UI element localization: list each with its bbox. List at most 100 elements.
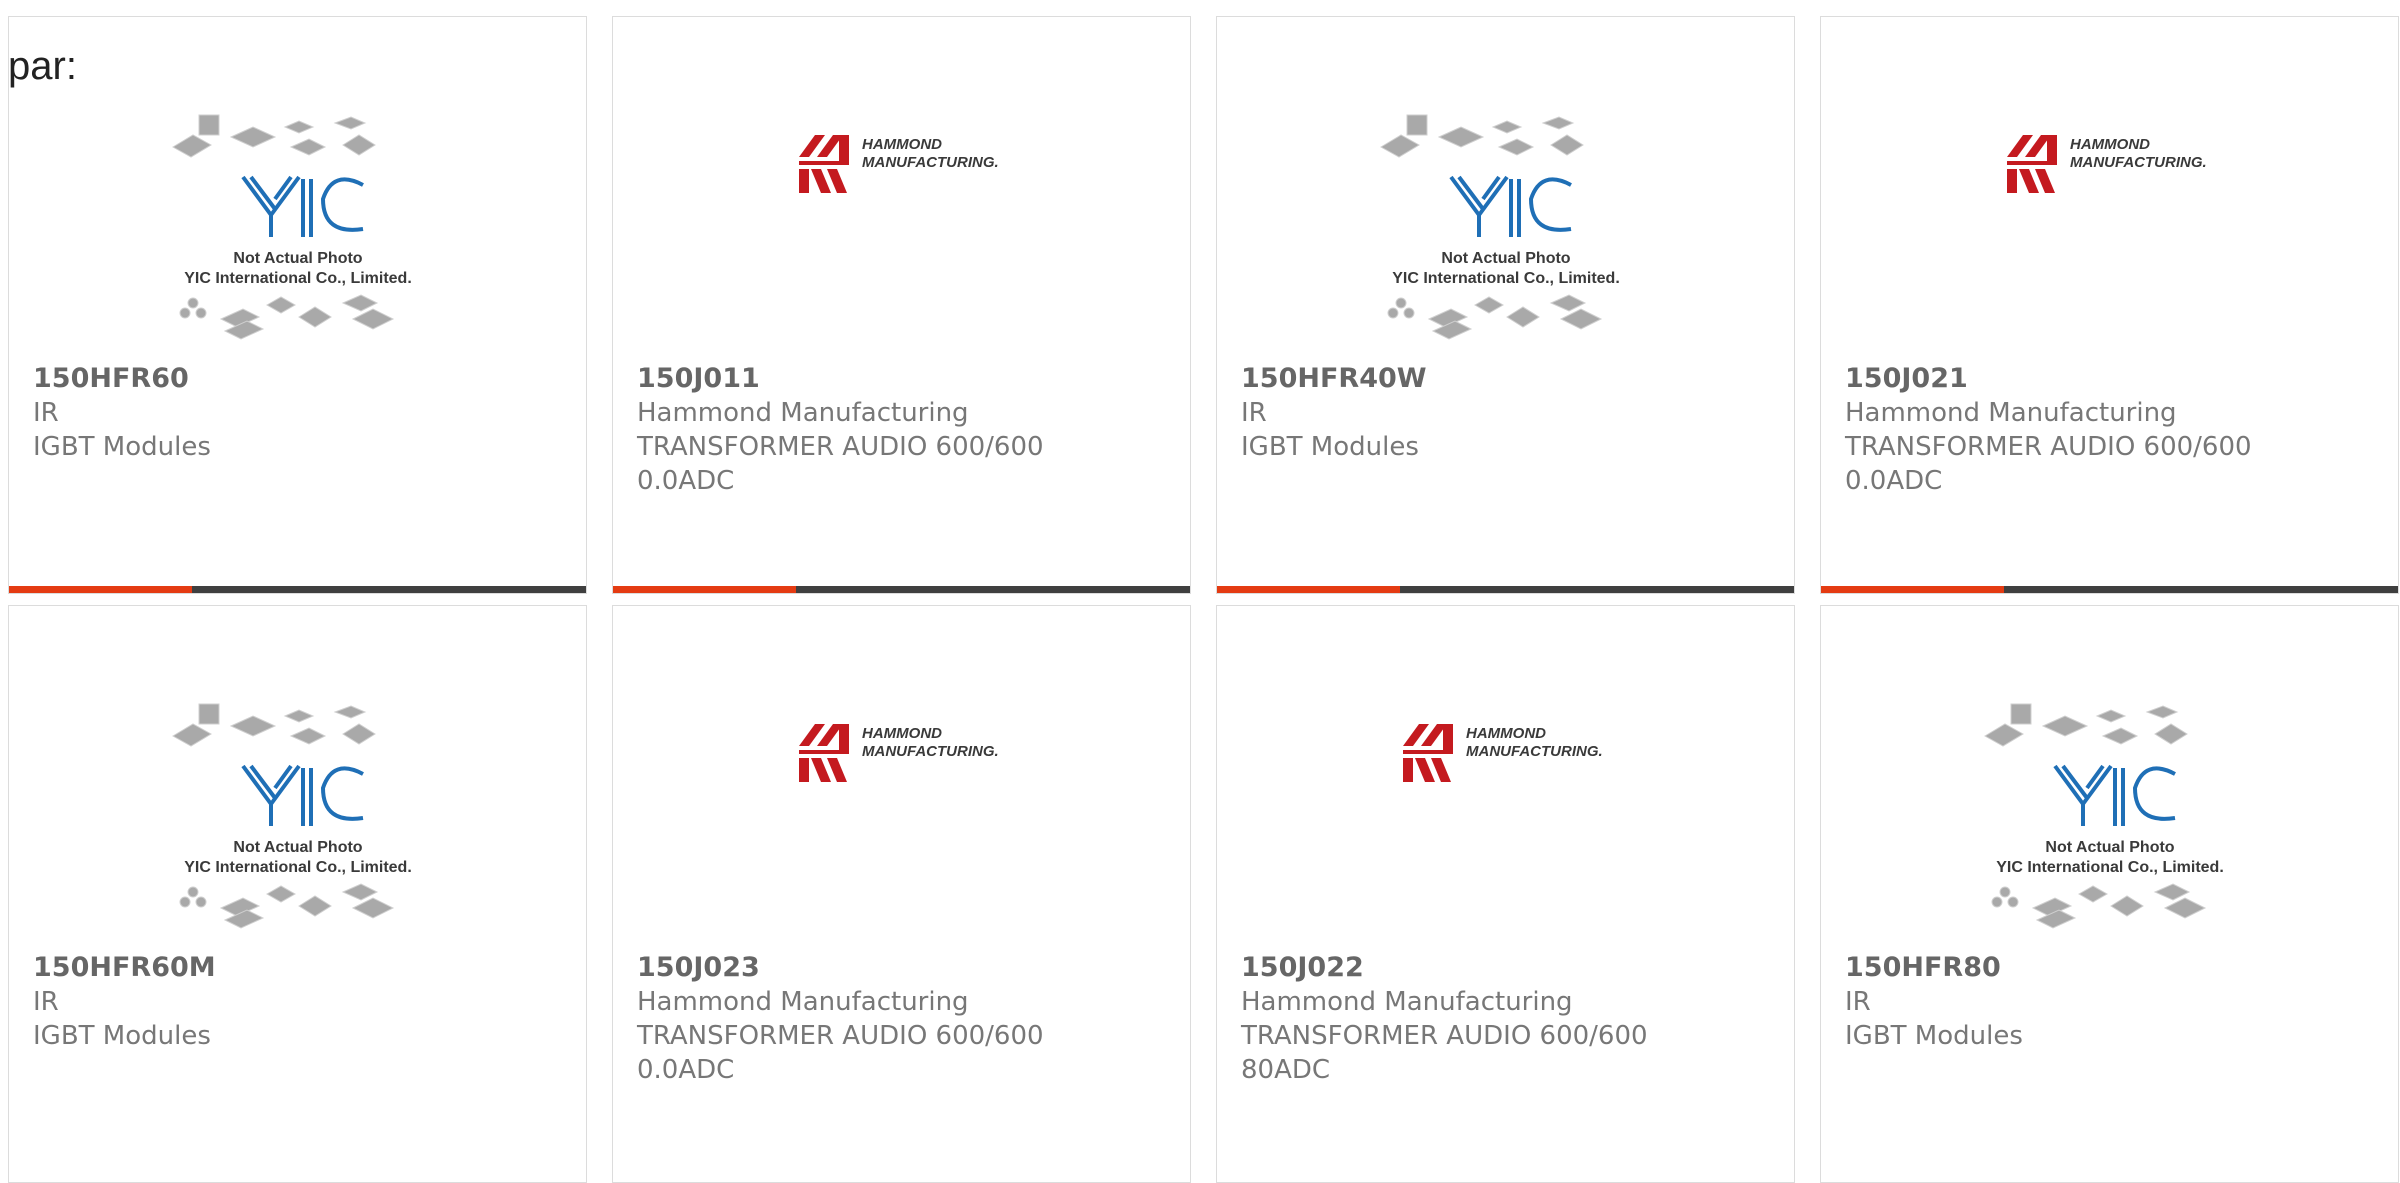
card-footer-bar xyxy=(1821,586,2398,593)
ic-chips-bottom xyxy=(1991,883,2206,929)
part-number[interactable]: 150HFR40W xyxy=(1241,362,1778,396)
card-footer-accent xyxy=(1217,586,1400,593)
hammond-logo-graphic: HAMMOND MANUFACTURING. xyxy=(798,135,999,193)
product-image[interactable]: Not Actual Photo YIC International Co., … xyxy=(9,686,586,946)
yic-company-caption: YIC International Co., Limited. xyxy=(1996,859,2224,876)
ic-chips-bottom xyxy=(179,883,394,929)
description: TRANSFORMER AUDIO 600/600 xyxy=(1845,432,2252,462)
part-number[interactable]: 150J011 xyxy=(637,362,1174,396)
hammond-logo-text-1: HAMMOND xyxy=(862,136,942,153)
hammond-logo-graphic: HAMMOND MANUFACTURING. xyxy=(2006,135,2207,193)
yic-logo xyxy=(1448,175,1572,237)
manufacturer: IR xyxy=(33,398,59,428)
part-number[interactable]: 150J023 xyxy=(637,951,1174,985)
description: TRANSFORMER AUDIO 600/600 xyxy=(637,1021,1044,1051)
product-image[interactable]: Not Actual Photo YIC International Co., … xyxy=(1217,97,1794,357)
ic-chips-top xyxy=(171,703,376,747)
yic-placeholder-graphic: Not Actual Photo YIC International Co., … xyxy=(171,114,412,340)
yic-placeholder-graphic: Not Actual Photo YIC International Co., … xyxy=(1983,703,2224,929)
hammond-mark xyxy=(798,724,849,782)
product-info: 150J011 Hammond Manufacturing TRANSFORME… xyxy=(637,362,1174,498)
ic-chips-bottom xyxy=(1387,294,1602,340)
part-number[interactable]: 150HFR60M xyxy=(33,951,570,985)
product-info: 150HFR60 IR IGBT Modules xyxy=(33,362,570,464)
product-image[interactable]: HAMMOND MANUFACTURING. xyxy=(613,97,1190,357)
product-info: 150HFR40W IR IGBT Modules xyxy=(1241,362,1778,464)
hammond-logo-text-2: MANUFACTURING. xyxy=(1466,743,1603,760)
hammond-logo-text-1: HAMMOND xyxy=(1466,725,1546,742)
ic-chips-top xyxy=(171,114,376,158)
not-actual-photo-caption: Not Actual Photo xyxy=(1441,250,1570,267)
hammond-mark xyxy=(1402,724,1453,782)
description-line-2: 0.0ADC xyxy=(1845,466,1943,496)
product-info: 150J022 Hammond Manufacturing TRANSFORME… xyxy=(1241,951,1778,1087)
yic-logo xyxy=(240,764,364,826)
part-number[interactable]: 150HFR80 xyxy=(1845,951,2382,985)
par-label: par: xyxy=(8,44,77,88)
hammond-mark xyxy=(798,135,849,193)
product-image[interactable]: Not Actual Photo YIC International Co., … xyxy=(1821,686,2398,946)
card-footer-bar xyxy=(1217,586,1794,593)
manufacturer: IR xyxy=(1845,987,1871,1017)
product-info: 150J023 Hammond Manufacturing TRANSFORME… xyxy=(637,951,1174,1087)
description: IGBT Modules xyxy=(1241,432,1419,462)
product-info: 150J021 Hammond Manufacturing TRANSFORME… xyxy=(1845,362,2382,498)
part-number[interactable]: 150HFR60 xyxy=(33,362,570,396)
product-image[interactable]: HAMMOND MANUFACTURING. xyxy=(613,686,1190,946)
description: TRANSFORMER AUDIO 600/600 xyxy=(637,432,1044,462)
hammond-logo-text-1: HAMMOND xyxy=(862,725,942,742)
card-footer-bar xyxy=(613,586,1190,593)
product-card[interactable]: HAMMOND MANUFACTURING. 150J022 Hammond M… xyxy=(1216,605,1795,1183)
manufacturer: Hammond Manufacturing xyxy=(1845,398,2177,428)
hammond-logo-text-2: MANUFACTURING. xyxy=(862,743,999,760)
description-line-2: 0.0ADC xyxy=(637,1055,735,1085)
part-number[interactable]: 150J021 xyxy=(1845,362,2382,396)
description: IGBT Modules xyxy=(33,432,211,462)
product-image[interactable]: HAMMOND MANUFACTURING. xyxy=(1217,686,1794,946)
yic-company-caption: YIC International Co., Limited. xyxy=(1392,270,1620,287)
hammond-logo-graphic: HAMMOND MANUFACTURING. xyxy=(798,724,999,782)
product-image[interactable]: Not Actual Photo YIC International Co., … xyxy=(9,97,586,357)
product-card[interactable]: Not Actual Photo YIC International Co., … xyxy=(8,605,587,1183)
description-line-2: 80ADC xyxy=(1241,1055,1331,1085)
manufacturer: Hammond Manufacturing xyxy=(637,987,969,1017)
yic-placeholder-graphic: Not Actual Photo YIC International Co., … xyxy=(171,703,412,929)
not-actual-photo-caption: Not Actual Photo xyxy=(233,250,362,267)
yic-logo xyxy=(240,175,364,237)
yic-logo xyxy=(2052,764,2176,826)
card-footer-accent xyxy=(613,586,796,593)
hammond-mark xyxy=(2006,135,2057,193)
product-info: 150HFR80 IR IGBT Modules xyxy=(1845,951,2382,1053)
product-image[interactable]: HAMMOND MANUFACTURING. xyxy=(1821,97,2398,357)
ic-chips-top xyxy=(1983,703,2188,747)
card-footer-bar xyxy=(9,586,586,593)
manufacturer: Hammond Manufacturing xyxy=(1241,987,1573,1017)
description: IGBT Modules xyxy=(33,1021,211,1051)
manufacturer: IR xyxy=(33,987,59,1017)
yic-placeholder-graphic: Not Actual Photo YIC International Co., … xyxy=(1379,114,1620,340)
product-card[interactable]: Not Actual Photo YIC International Co., … xyxy=(8,16,587,594)
part-number[interactable]: 150J022 xyxy=(1241,951,1778,985)
card-footer-accent xyxy=(1821,586,2004,593)
hammond-logo-text-1: HAMMOND xyxy=(2070,136,2150,153)
yic-company-caption: YIC International Co., Limited. xyxy=(184,859,412,876)
ic-chips-top xyxy=(1379,114,1584,158)
not-actual-photo-caption: Not Actual Photo xyxy=(2045,839,2174,856)
yic-company-caption: YIC International Co., Limited. xyxy=(184,270,412,287)
hammond-logo-graphic: HAMMOND MANUFACTURING. xyxy=(1402,724,1603,782)
description-line-2: 0.0ADC xyxy=(637,466,735,496)
product-card[interactable]: HAMMOND MANUFACTURING. 150J021 Hammond M… xyxy=(1820,16,2399,594)
product-card[interactable]: HAMMOND MANUFACTURING. 150J023 Hammond M… xyxy=(612,605,1191,1183)
product-card[interactable]: Not Actual Photo YIC International Co., … xyxy=(1820,605,2399,1183)
product-card[interactable]: HAMMOND MANUFACTURING. 150J011 Hammond M… xyxy=(612,16,1191,594)
description: IGBT Modules xyxy=(1845,1021,2023,1051)
ic-chips-bottom xyxy=(179,294,394,340)
hammond-logo-text-2: MANUFACTURING. xyxy=(862,154,999,171)
hammond-logo-text-2: MANUFACTURING. xyxy=(2070,154,2207,171)
description: TRANSFORMER AUDIO 600/600 xyxy=(1241,1021,1648,1051)
manufacturer: IR xyxy=(1241,398,1267,428)
product-info: 150HFR60M IR IGBT Modules xyxy=(33,951,570,1053)
product-card[interactable]: Not Actual Photo YIC International Co., … xyxy=(1216,16,1795,594)
manufacturer: Hammond Manufacturing xyxy=(637,398,969,428)
not-actual-photo-caption: Not Actual Photo xyxy=(233,839,362,856)
